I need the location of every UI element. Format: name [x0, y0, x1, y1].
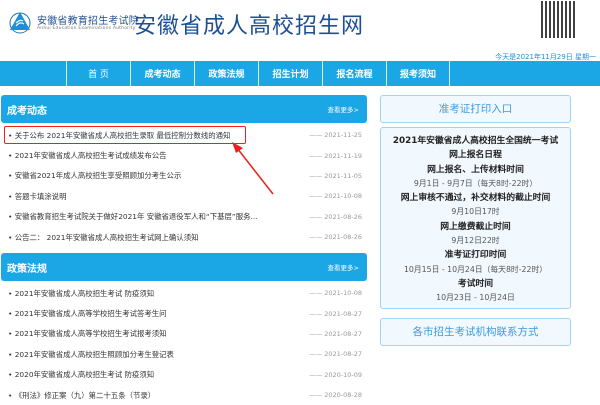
item-date: —— 2020-08-28	[309, 391, 362, 400]
red-arrow-icon	[232, 142, 274, 195]
item-date: —— 2021-08-26	[309, 233, 362, 242]
schedule-heading: 网上审核不通过，补交材料的截止时间	[400, 193, 551, 204]
item-title[interactable]: 2020年安徽省成人高校招生考试 防疫须知	[8, 369, 154, 380]
news-header: 成考动态 查看更多>	[1, 95, 367, 123]
item-title[interactable]: 2021年安徽省成人高等学校招生考试报考须知	[8, 328, 167, 339]
item-title[interactable]: 2021年安徽省成人高等学校招生考试答考生问	[8, 308, 167, 319]
schedule-heading: 准考证打印时间	[444, 250, 507, 261]
schedule-time: 9月10日17时	[451, 207, 500, 217]
city-contacts-button[interactable]: 各市招生考试机构联系方式	[380, 318, 571, 346]
item-title[interactable]: 2021年安徽省成人高校招生照顾加分考生登记表	[8, 349, 174, 360]
nav-plan[interactable]: 招生计划	[258, 61, 322, 86]
schedule-heading: 2021年安徽省成人高校招生全国统一考试	[392, 136, 559, 146]
item-date: —— 2021-08-27	[309, 309, 362, 318]
item-date: —— 2021-08-27	[309, 350, 362, 359]
policy-list: 2021年安徽省成人高校招生考试 防疫须知—— 2021-10-082021年安…	[0, 283, 366, 405]
item-title[interactable]: 2021年安徽省成人高校招生考试 防疫须知	[8, 288, 154, 299]
news-more-link[interactable]: 查看更多>	[328, 104, 359, 114]
policy-header: 政策法规 查看更多>	[1, 253, 367, 281]
list-item[interactable]: 《刑法》修正案（九）第二十五条（节录） —— 2020-08-28	[0, 385, 366, 405]
item-date: —— 2021-10-08	[309, 192, 362, 201]
org-name: 安徽省教育招生考试院	[37, 16, 139, 27]
item-date: —— 2021-11-05	[309, 171, 362, 180]
list-item[interactable]: 答题卡填涂说明 —— 2021-10-08	[0, 186, 366, 206]
schedule-time: 10月23日 - 10月24日	[436, 293, 515, 303]
main-nav: 首 页 成考动态 政策法规 招生计划 报名流程 报考须知	[0, 61, 600, 86]
nav-policy[interactable]: 政策法规	[194, 61, 258, 86]
schedule-time: 9月12日22时	[451, 236, 500, 246]
site-title: 安徽省成人高校招生网	[134, 14, 365, 39]
list-item[interactable]: 2020年安徽省成人高校招生考试 防疫须知 —— 2020-10-09	[0, 365, 366, 385]
news-title: 成考动态	[7, 105, 47, 117]
schedule-heading: 网上缴费截止时间	[440, 221, 511, 232]
list-item[interactable]: 公告二： 2021年安徽省成人高校招生考试网上确认须知 —— 2021-08-26	[0, 227, 366, 247]
policy-more-link[interactable]: 查看更多>	[328, 262, 359, 272]
schedule-box: 2021年安徽省成人高校招生全国统一考试 网上报名日程网上报名、上传材料时间 9月1…	[380, 127, 571, 309]
item-date: —— 2021-08-27	[309, 329, 362, 338]
item-date: —— 2021-11-25	[309, 131, 362, 140]
highlight-box	[4, 126, 246, 144]
item-title[interactable]: 安徽省教育招生考试院关于做好2021年 安徽省退役军人和“下基层”服务...	[8, 211, 258, 222]
nav-process[interactable]: 报名流程	[322, 61, 386, 86]
item-title[interactable]: 答题卡填涂说明	[8, 191, 67, 202]
admission-ticket-print-button[interactable]: 准考证打印入口	[380, 95, 571, 123]
item-date: —— 2021-08-26	[309, 212, 362, 221]
qr-code-icon	[541, 1, 576, 38]
schedule-time: 9月1日 - 9月7日（每天8时-22时）	[413, 178, 538, 188]
item-title[interactable]: 《刑法》修正案（九）第二十五条（节录）	[8, 390, 155, 401]
list-item[interactable]: 安徽省2021年成人高校招生享受照顾加分考生公示 —— 2021-11-05	[0, 166, 366, 186]
schedule-heading: 网上报名、上传材料时间	[427, 164, 524, 175]
list-item[interactable]: 2021年安徽省成人高等学校招生考试答考生问 —— 2021-08-27	[0, 303, 366, 323]
item-title[interactable]: 2021年安徽省成人高校招生考试成绩发布公告	[8, 150, 167, 161]
list-item[interactable]: 2021年安徽省成人高等学校招生考试报考须知 —— 2021-08-27	[0, 324, 366, 344]
policy-title: 政策法规	[7, 263, 47, 275]
list-item[interactable]: 2021年安徽省成人高校招生照顾加分考生登记表 —— 2021-08-27	[0, 344, 366, 364]
list-item[interactable]: 安徽省教育招生考试院关于做好2021年 安徽省退役军人和“下基层”服务... ——…	[0, 207, 366, 227]
logo-icon	[9, 12, 31, 34]
list-item[interactable]: 2021年安徽省成人高校招生考试成绩发布公告 —— 2021-11-19	[0, 145, 366, 165]
item-title[interactable]: 安徽省2021年成人高校招生享受照顾加分考生公示	[8, 170, 182, 181]
schedule-heading: 考试时间	[457, 278, 494, 289]
item-date: —— 2021-10-08	[309, 289, 362, 298]
schedule-time: 10月15日 - 10月24日（每天8时-22时）	[403, 264, 548, 274]
schedule-heading: 网上报名日程	[449, 150, 502, 161]
item-date: —— 2021-11-19	[309, 151, 362, 160]
item-title[interactable]: 公告二： 2021年安徽省成人高校招生考试网上确认须知	[8, 232, 199, 243]
item-date: —— 2020-10-09	[309, 370, 362, 379]
nav-news[interactable]: 成考动态	[130, 61, 194, 86]
list-item[interactable]: 2021年安徽省成人高校招生考试 防疫须知 —— 2021-10-08	[0, 283, 366, 303]
nav-notice[interactable]: 报考须知	[386, 61, 450, 86]
nav-home[interactable]: 首 页	[66, 61, 130, 86]
org-name-en: Anhui Education Examinations Authority	[37, 26, 136, 31]
